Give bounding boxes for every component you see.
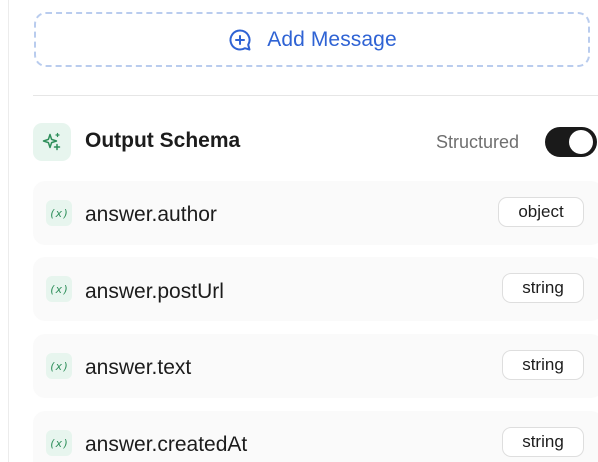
- field-name: answer.text: [85, 356, 192, 379]
- schema-field-row[interactable]: (x) answer.text string: [33, 334, 598, 398]
- schema-field-row[interactable]: (x) answer.postUrl string: [33, 257, 598, 321]
- add-message-button[interactable]: Add Message: [34, 12, 590, 67]
- toggle-knob: [569, 130, 593, 154]
- field-name: answer.createdAt: [85, 433, 248, 456]
- type-badge[interactable]: string: [502, 273, 584, 303]
- structured-toggle[interactable]: [545, 127, 597, 157]
- structured-label: Structured: [436, 132, 520, 152]
- add-message-label: Add Message: [267, 27, 397, 51]
- variable-icon: (x): [46, 430, 72, 456]
- type-badge[interactable]: string: [502, 427, 584, 457]
- variable-icon: (x): [46, 276, 72, 302]
- field-name: answer.author: [85, 203, 217, 226]
- message-plus-icon: [227, 27, 253, 53]
- field-name: answer.postUrl: [85, 280, 224, 303]
- schema-field-row[interactable]: (x) answer.createdAt string: [33, 411, 598, 462]
- section-divider: [33, 95, 598, 96]
- sparkle-icon: [33, 123, 71, 161]
- type-badge[interactable]: string: [502, 350, 584, 380]
- schema-field-row[interactable]: (x) answer.author object: [33, 181, 598, 245]
- variable-icon: (x): [46, 353, 72, 379]
- output-schema-title: Output Schema: [85, 129, 241, 152]
- variable-icon: (x): [46, 200, 72, 226]
- type-badge[interactable]: object: [498, 197, 584, 227]
- output-panel: Add Message Output Schema Structured (x)…: [8, 0, 598, 462]
- output-schema-header: Output Schema Structured: [33, 123, 598, 161]
